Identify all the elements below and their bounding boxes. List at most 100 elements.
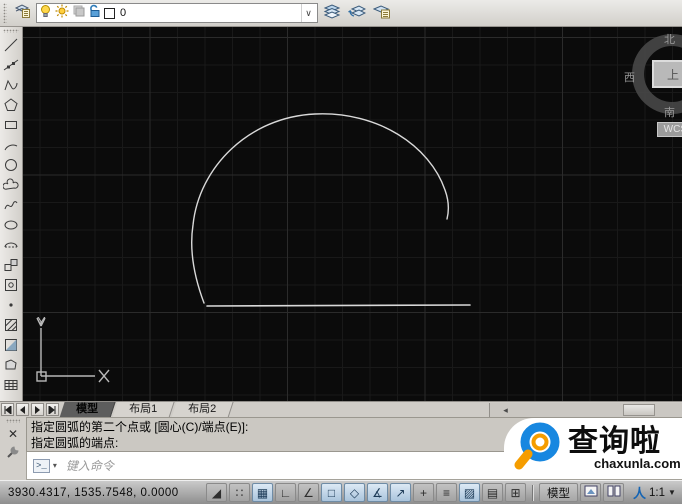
- layer-previous-button[interactable]: [346, 2, 368, 24]
- model-space-button[interactable]: 模型: [539, 483, 578, 502]
- toggle-selection-cycling[interactable]: ⊞: [505, 483, 526, 502]
- ucs-y-label: Y: [37, 314, 46, 329]
- lightbulb-icon[interactable]: [39, 4, 52, 23]
- toggle-infer-constraints[interactable]: ◢: [206, 483, 227, 502]
- ortho-mode-icon: ∟: [280, 486, 292, 500]
- tab-nav-first-button[interactable]: [1, 403, 14, 416]
- scroll-left-icon[interactable]: ◂: [498, 404, 513, 416]
- chevron-down-icon[interactable]: ▾: [53, 461, 57, 470]
- toolbar-drag-handle[interactable]: [3, 29, 19, 33]
- region-tool-button[interactable]: [1, 355, 21, 375]
- toggle-quick-properties[interactable]: ▤: [482, 483, 503, 502]
- make-block-tool-button[interactable]: [1, 275, 21, 295]
- gradient-icon: [3, 337, 19, 353]
- rectangle-tool-button[interactable]: [1, 115, 21, 135]
- make-block-icon: [3, 277, 19, 293]
- lineweight-icon: ≡: [443, 486, 450, 500]
- toggle-dynamic-input[interactable]: +: [413, 483, 434, 502]
- command-prompt-icon[interactable]: >_: [33, 459, 50, 473]
- arc-entity[interactable]: [192, 114, 449, 303]
- polar-tracking-icon: ∠: [303, 486, 314, 500]
- tab-layout1[interactable]: 布局1: [112, 402, 174, 418]
- spline-icon: [3, 197, 19, 213]
- toggle-object-snap[interactable]: □: [321, 483, 342, 502]
- layer-states-button[interactable]: [321, 2, 343, 24]
- layer-dropdown[interactable]: 0 ∨: [36, 3, 318, 23]
- toolbar-drag-handle[interactable]: [3, 3, 7, 23]
- object-snap-tracking-icon: ∡: [372, 486, 383, 500]
- construction-line-tool-button[interactable]: [1, 55, 21, 75]
- annotation-scale-icon: 人: [633, 483, 646, 502]
- toggle-grid-display[interactable]: ▦: [252, 483, 273, 502]
- viewcube-south-label[interactable]: 南: [664, 104, 675, 120]
- viewcube-top-face[interactable]: 上: [652, 60, 682, 88]
- sun-icon[interactable]: [55, 4, 69, 23]
- wcs-dropdown[interactable]: WCS: [657, 122, 682, 137]
- make-layer-current-icon: [373, 3, 391, 24]
- wrench-icon[interactable]: [6, 445, 20, 464]
- toggle-3d-object-snap[interactable]: ◇: [344, 483, 365, 502]
- draw-toolbar: [0, 27, 23, 401]
- insert-block-tool-button[interactable]: [1, 255, 21, 275]
- insert-block-icon: [3, 257, 19, 273]
- annotation-scale-control[interactable]: 人 1:1 ▼: [633, 483, 676, 502]
- horizontal-scrollbar[interactable]: ◂: [489, 403, 682, 417]
- rectangle-icon: [3, 117, 19, 133]
- close-icon[interactable]: ✕: [8, 428, 18, 440]
- toggle-object-snap-tracking[interactable]: ∡: [367, 483, 388, 502]
- coordinates-readout: 3930.4317, 1535.7548, 0.0000: [0, 487, 205, 499]
- point-tool-button[interactable]: [1, 295, 21, 315]
- toggle-show-transparency[interactable]: ▨: [459, 483, 480, 502]
- toggle-ortho-mode[interactable]: ∟: [275, 483, 296, 502]
- layer-properties-manager-button[interactable]: [11, 2, 33, 24]
- tab-nav-last-button[interactable]: [46, 403, 59, 416]
- hatch-icon: [3, 317, 19, 333]
- chevron-down-icon[interactable]: ▼: [668, 488, 676, 497]
- chevron-down-icon[interactable]: ∨: [301, 4, 315, 22]
- selection-cycling-icon: ⊞: [510, 486, 520, 500]
- toggle-snap-mode[interactable]: ∷: [229, 483, 250, 502]
- gradient-tool-button[interactable]: [1, 335, 21, 355]
- toggle-show-lineweight[interactable]: ≡: [436, 483, 457, 502]
- polyline-tool-button[interactable]: [1, 75, 21, 95]
- revision-cloud-tool-button[interactable]: [1, 175, 21, 195]
- tab-nav-next-button[interactable]: [31, 403, 44, 416]
- tab-model[interactable]: 模型: [59, 402, 115, 418]
- hatch-tool-button[interactable]: [1, 315, 21, 335]
- command-drag-handle[interactable]: [6, 419, 20, 423]
- tab-nav-previous-button[interactable]: [16, 403, 29, 416]
- layer-color-swatch[interactable]: [104, 8, 115, 19]
- ucs-icon: Y: [29, 314, 113, 393]
- line-tool-button[interactable]: [1, 35, 21, 55]
- viewcube[interactable]: 北 西 南 上: [628, 32, 682, 120]
- quick-view-drawings-button[interactable]: [603, 483, 624, 502]
- ellipse-tool-button[interactable]: [1, 215, 21, 235]
- polygon-tool-button[interactable]: [1, 95, 21, 115]
- watermark: 查询啦 chaxunla.com: [504, 418, 682, 479]
- layer-name: 0: [118, 7, 298, 19]
- viewcube-west-label[interactable]: 西: [624, 69, 635, 85]
- layers-toolbar: 0 ∨: [0, 0, 682, 27]
- tab-layout2[interactable]: 布局2: [172, 402, 234, 418]
- spline-tool-button[interactable]: [1, 195, 21, 215]
- region-icon: [3, 357, 19, 373]
- grid-display-icon: ▦: [257, 486, 268, 500]
- quick-view-layouts-button[interactable]: [580, 483, 601, 502]
- toggle-polar-tracking[interactable]: ∠: [298, 483, 319, 502]
- model-space-canvas[interactable]: 北 西 南 上 WCS Y: [23, 27, 682, 401]
- line-entity[interactable]: [207, 305, 470, 306]
- command-input-placeholder[interactable]: 键入命令: [66, 457, 114, 474]
- scrollbar-thumb[interactable]: [623, 404, 655, 416]
- unlock-icon[interactable]: [88, 4, 101, 23]
- toggle-dynamic-ucs[interactable]: ↗: [390, 483, 411, 502]
- autocad-window: 0 ∨: [0, 0, 682, 504]
- viewport-freeze-icon[interactable]: [72, 4, 85, 22]
- annotation-scale-value[interactable]: 1:1: [649, 487, 665, 499]
- viewcube-north-label[interactable]: 北: [664, 31, 675, 47]
- arc-tool-button[interactable]: [1, 135, 21, 155]
- dynamic-ucs-icon: ↗: [395, 486, 405, 500]
- make-layer-current-button[interactable]: [371, 2, 393, 24]
- ellipse-arc-tool-button[interactable]: [1, 235, 21, 255]
- table-tool-button[interactable]: [1, 375, 21, 395]
- circle-tool-button[interactable]: [1, 155, 21, 175]
